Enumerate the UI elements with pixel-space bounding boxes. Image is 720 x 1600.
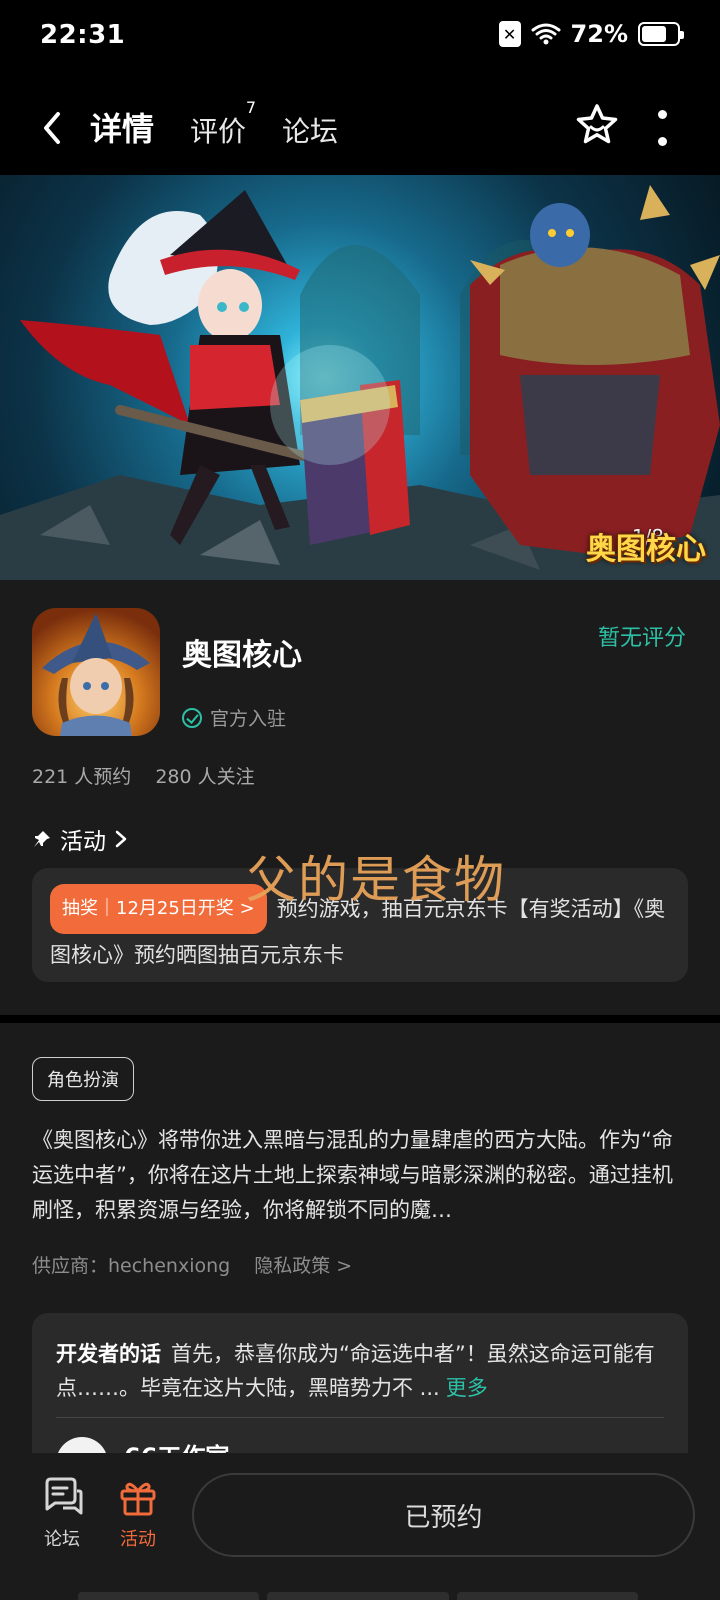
forum-button[interactable]: 论坛 — [32, 1477, 92, 1551]
official-label: 官方入驻 — [210, 708, 287, 730]
reservation-count: 221 人预约 — [32, 766, 132, 788]
more-vertical-icon[interactable] — [652, 110, 672, 146]
status-icons: ✕ 72% — [498, 20, 684, 48]
studio-name[interactable]: 66工作室 — [124, 1437, 229, 1453]
pin-icon — [34, 831, 50, 847]
description-panel: 角色扮演 《奥图核心》将带你进入黑暗与混乱的力量肆虐的西方大陆。作为“命运选中者… — [0, 1023, 720, 1453]
privacy-policy-link[interactable]: 隐私政策 > — [254, 1251, 352, 1278]
app-icon — [32, 608, 160, 736]
tab-details[interactable]: 详情 — [86, 104, 157, 150]
tab-reviews[interactable]: 评价 7 — [190, 98, 256, 150]
follower-count: 280 人关注 — [155, 766, 255, 788]
lottery-badge: 抽奖｜12月25日开奖 > — [50, 884, 267, 934]
section-divider — [0, 1015, 720, 1023]
status-time: 22:31 — [40, 20, 126, 50]
next-card-hint — [78, 1592, 638, 1600]
hero-banner-carousel[interactable]: 1/8 奥图核心 — [0, 175, 720, 580]
studio-avatar[interactable] — [56, 1437, 108, 1453]
chevron-right-icon — [115, 830, 127, 848]
activity-button[interactable]: 活动 — [108, 1477, 168, 1551]
app-name: 奥图核心 — [182, 638, 302, 673]
tab-details-label: 详情 — [90, 110, 155, 148]
developer-note-card[interactable]: 开发者的话 首先，恭喜你成为“命运选中者”！虽然这命运可能有点……。毕竟在这片大陆… — [32, 1313, 688, 1453]
activity-header-label: 活动 — [60, 829, 106, 855]
reserved-button[interactable]: 已预约 — [192, 1473, 695, 1557]
tab-forum[interactable]: 论坛 — [282, 110, 338, 150]
card-divider — [56, 1417, 664, 1418]
forum-label: 论坛 — [44, 1529, 80, 1550]
developer-note: 开发者的话 首先，恭喜你成为“命运选中者”！虽然这命运可能有点……。毕竟在这片大陆… — [56, 1337, 664, 1405]
battery-icon — [638, 22, 684, 46]
back-icon[interactable] — [36, 108, 68, 148]
battery-level — [642, 26, 667, 42]
star-favorite-icon[interactable] — [574, 102, 620, 148]
game-logo: 奥图核心 — [586, 532, 706, 567]
tab-reviews-label: 评价 — [190, 115, 247, 148]
bottom-action-bar: 论坛 活动 已预约 — [0, 1453, 720, 1600]
activity-section-header[interactable]: 活动 — [32, 822, 128, 856]
supplier-row: 供应商：hechenxiong 隐私政策 > — [32, 1251, 352, 1278]
supplier-text: 供应商：hechenxiong — [32, 1255, 231, 1277]
verified-check-icon — [182, 707, 202, 728]
game-description[interactable]: 《奥图核心》将带你进入黑暗与混乱的力量肆虐的西方大陆。作为“命运选中者”，你将在… — [32, 1123, 692, 1233]
sim-off-icon: ✕ — [498, 21, 521, 47]
app-icon-art — [42, 613, 150, 736]
reviews-count-badge: 7 — [245, 98, 257, 117]
wifi-icon — [531, 23, 561, 45]
overlay-watermark-text: 父的是食物 — [246, 851, 506, 909]
app-info-panel: 奥图核心 暂无评分 官方入驻 221 人预约 280 人关注 活动 抽奖｜12月… — [0, 580, 720, 1015]
hero-artwork — [0, 185, 720, 580]
official-badge: 官方入驻 — [182, 704, 286, 731]
battery-percent: 72% — [570, 20, 628, 48]
forum-chat-icon — [45, 1477, 83, 1515]
more-link[interactable]: 更多 — [446, 1376, 488, 1400]
top-nav-bar: 详情 评价 7 论坛 — [0, 80, 720, 175]
genre-tag[interactable]: 角色扮演 — [32, 1057, 134, 1101]
gift-icon — [120, 1482, 156, 1516]
app-stats: 221 人预约 280 人关注 — [32, 762, 255, 789]
rating-text[interactable]: 暂无评分 — [598, 620, 686, 652]
tab-forum-label: 论坛 — [282, 115, 339, 148]
activity-label: 活动 — [120, 1529, 156, 1550]
developer-note-label: 开发者的话 — [56, 1342, 161, 1366]
status-bar: 22:31 ✕ 72% — [0, 0, 720, 80]
